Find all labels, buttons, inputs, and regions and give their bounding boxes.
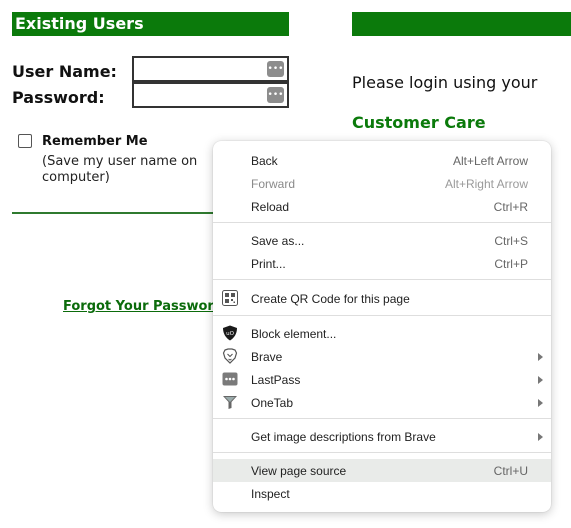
- menu-item-inspect[interactable]: Inspect: [213, 482, 551, 505]
- menu-separator: [213, 279, 551, 280]
- submenu-arrow-icon: [538, 376, 543, 384]
- menu-item-label: Save as...: [251, 234, 305, 248]
- password-label: Password:: [12, 88, 105, 107]
- menu-item-lastpass[interactable]: LastPass: [213, 368, 551, 391]
- right-header-bar: [352, 12, 571, 36]
- submenu-arrow-icon: [538, 353, 543, 361]
- menu-item-shortcut: Alt+Left Arrow: [452, 154, 528, 168]
- menu-item-label: Block element...: [251, 327, 337, 341]
- menu-item-label: Inspect: [251, 487, 290, 501]
- menu-item-label: Forward: [251, 177, 296, 191]
- customer-care-heading: Customer Care: [352, 113, 486, 132]
- menu-item-shortcut: Ctrl+U: [493, 464, 528, 478]
- menu-item-label: Brave: [251, 350, 283, 364]
- please-login-text: Please login using your: [352, 73, 538, 92]
- username-field[interactable]: •••: [132, 56, 289, 82]
- menu-item-view-page-source[interactable]: View page source Ctrl+U: [213, 459, 551, 482]
- menu-item-label: Print...: [251, 257, 286, 271]
- menu-item-label: Reload: [251, 200, 290, 214]
- forgot-password-link[interactable]: Forgot Your Password?: [63, 299, 213, 315]
- menu-item-shortcut: Ctrl+R: [493, 200, 528, 214]
- menu-item-shortcut: Ctrl+P: [494, 257, 528, 271]
- menu-item-brave[interactable]: Brave: [213, 345, 551, 368]
- password-field[interactable]: •••: [132, 82, 289, 108]
- menu-item-block-element[interactable]: uO Block element...: [213, 322, 551, 345]
- menu-item-label: OneTab: [251, 396, 294, 410]
- menu-item-label: Create QR Code for this page: [251, 292, 410, 306]
- username-label: User Name:: [12, 62, 117, 81]
- lastpass-icon: [222, 371, 238, 387]
- menu-separator: [213, 452, 551, 453]
- menu-item-label: LastPass: [251, 373, 301, 387]
- menu-item-label: Back: [251, 154, 278, 168]
- menu-item-save-as[interactable]: Save as... Ctrl+S: [213, 229, 551, 252]
- menu-item-label: Get image descriptions from Brave: [251, 430, 436, 444]
- brave-lion-icon: [222, 348, 238, 364]
- section-divider: [12, 212, 217, 214]
- context-menu: Back Alt+Left Arrow Forward Alt+Right Ar…: [213, 141, 551, 512]
- onetab-funnel-icon: [222, 394, 238, 410]
- ublock-origin-icon: uO: [222, 325, 238, 341]
- remember-me-checkbox[interactable]: [18, 134, 32, 148]
- remember-me-note: (Save my user name on computer): [42, 154, 198, 185]
- menu-item-shortcut: Ctrl+S: [494, 234, 528, 248]
- remember-me-label: Remember Me: [42, 134, 148, 149]
- menu-separator: [213, 222, 551, 223]
- menu-separator: [213, 315, 551, 316]
- submenu-arrow-icon: [538, 433, 543, 441]
- menu-item-qr-code[interactable]: Create QR Code for this page: [213, 287, 551, 310]
- svg-text:uO: uO: [226, 331, 234, 337]
- menu-item-print[interactable]: Print... Ctrl+P: [213, 252, 551, 275]
- menu-item-forward[interactable]: Forward Alt+Right Arrow: [213, 172, 551, 195]
- menu-item-shortcut: Alt+Right Arrow: [444, 177, 528, 191]
- submenu-arrow-icon: [538, 399, 543, 407]
- qr-code-icon: [222, 290, 238, 306]
- menu-item-onetab[interactable]: OneTab: [213, 391, 551, 414]
- menu-item-back[interactable]: Back Alt+Left Arrow: [213, 149, 551, 172]
- existing-users-header: Existing Users: [12, 12, 289, 36]
- lastpass-field-icon[interactable]: •••: [267, 87, 284, 103]
- menu-item-reload[interactable]: Reload Ctrl+R: [213, 195, 551, 218]
- lastpass-field-icon[interactable]: •••: [267, 61, 284, 77]
- menu-item-label: View page source: [251, 464, 347, 478]
- section-title: Existing Users: [15, 14, 144, 33]
- menu-item-image-descriptions[interactable]: Get image descriptions from Brave: [213, 425, 551, 448]
- menu-separator: [213, 418, 551, 419]
